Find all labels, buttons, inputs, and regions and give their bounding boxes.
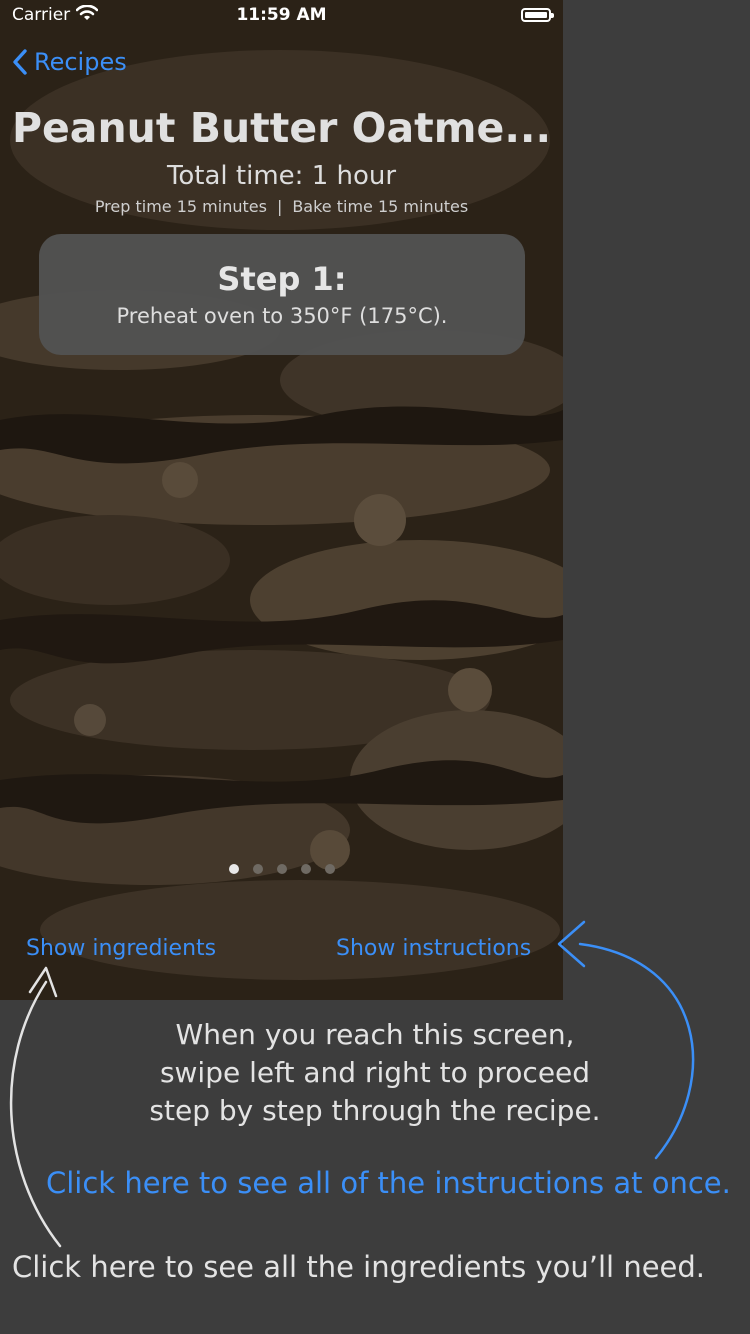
instructions-callout: Click here to see all of the instruction…	[46, 1166, 731, 1200]
battery-cap-icon	[551, 13, 554, 18]
caption-line-1: When you reach this screen,	[175, 1018, 575, 1051]
step-title: Step 1:	[217, 260, 347, 298]
total-time: Total time: 1 hour	[166, 161, 397, 191]
page-dot-4[interactable]	[300, 864, 311, 874]
battery-icon	[521, 8, 551, 22]
show-instructions-button[interactable]: Show instructions	[336, 936, 531, 961]
time-breakdown: Prep time 15 minutes | Bake time 15 minute…	[0, 197, 563, 216]
bake-time: Bake time 15 minutes	[292, 197, 469, 216]
page-dot-2[interactable]	[252, 864, 263, 874]
step-card[interactable]: Step 1: Preheat oven to 350°F (175°C).	[39, 234, 525, 355]
time-separator: |	[276, 197, 283, 216]
recipe-title: Peanut Butter Oatme...	[11, 104, 552, 152]
ingredients-arrow	[9, 966, 62, 1248]
swipe-instruction-caption: When you reach this screen, swipe left a…	[70, 1016, 680, 1130]
page-dot-1[interactable]	[228, 864, 239, 874]
page-dot-5[interactable]	[324, 864, 335, 874]
caption-line-3: step by step through the recipe.	[149, 1094, 601, 1127]
back-button-label: Recipes	[34, 48, 127, 76]
ingredients-callout: Click here to see all the ingredients yo…	[12, 1250, 706, 1284]
chevron-left-icon	[13, 49, 27, 75]
back-button[interactable]: Recipes	[12, 48, 127, 76]
page-indicator[interactable]	[0, 864, 563, 874]
caption-line-2: swipe left and right to proceed	[159, 1056, 591, 1089]
status-bar: Carrier 11:59 AM	[0, 0, 563, 30]
prep-time: Prep time 15 minutes	[94, 197, 267, 216]
status-time: 11:59 AM	[236, 5, 327, 25]
show-ingredients-button[interactable]: Show ingredients	[26, 936, 216, 961]
phone-screen: Carrier 11:59 AM Recipes Peanut Butter O…	[0, 0, 563, 1000]
step-text: Preheat oven to 350°F (175°C).	[116, 304, 448, 328]
page-dot-3[interactable]	[276, 864, 287, 874]
